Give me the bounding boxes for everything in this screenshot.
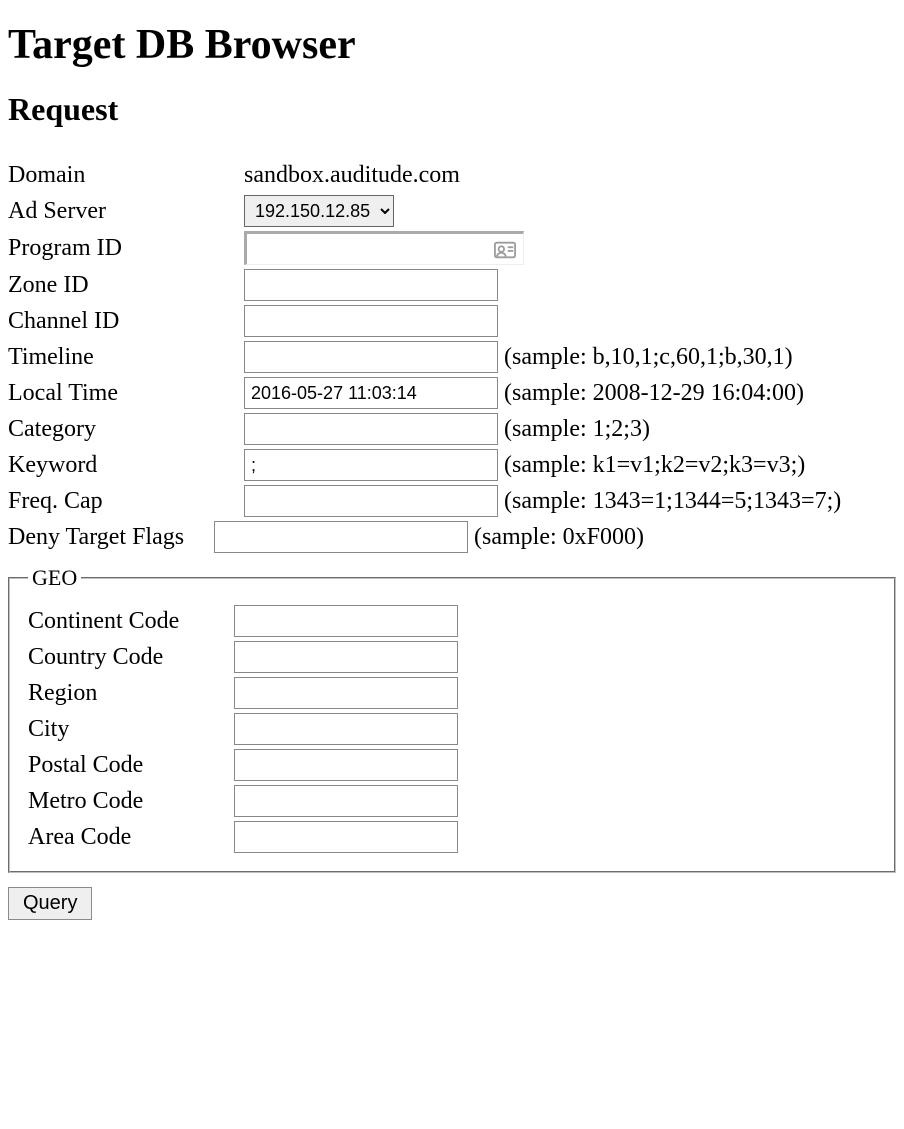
city-input[interactable] bbox=[234, 713, 458, 745]
postal-input[interactable] bbox=[234, 749, 458, 781]
timeline-input[interactable] bbox=[244, 341, 498, 373]
domain-label: Domain bbox=[8, 160, 238, 191]
channel-id-input[interactable] bbox=[244, 305, 498, 337]
zone-id-input[interactable] bbox=[244, 269, 498, 301]
metro-input[interactable] bbox=[234, 785, 458, 817]
area-input[interactable] bbox=[234, 821, 458, 853]
page-title: Target DB Browser bbox=[8, 21, 896, 69]
geo-legend: GEO bbox=[28, 565, 81, 591]
section-heading-request: Request bbox=[8, 91, 896, 128]
continent-label: Continent Code bbox=[28, 606, 228, 637]
id-card-icon bbox=[494, 239, 516, 257]
country-label: Country Code bbox=[28, 642, 228, 673]
request-form: Domain sandbox.auditude.com Ad Server 19… bbox=[8, 160, 896, 920]
adserver-select[interactable]: 192.150.12.85 bbox=[244, 195, 394, 227]
keyword-label: Keyword bbox=[8, 450, 238, 481]
freqcap-hint: (sample: 1343=1;1344=5;1343=7;) bbox=[504, 488, 841, 515]
geo-fieldset: GEO Continent Code Country Code Region C… bbox=[8, 565, 896, 873]
denyflags-label: Deny Target Flags bbox=[8, 522, 208, 553]
keyword-hint: (sample: k1=v1;k2=v2;k3=v3;) bbox=[504, 452, 805, 479]
freqcap-label: Freq. Cap bbox=[8, 486, 238, 517]
area-label: Area Code bbox=[28, 822, 228, 853]
localtime-hint: (sample: 2008-12-29 16:04:00) bbox=[504, 380, 804, 407]
freqcap-input[interactable] bbox=[244, 485, 498, 517]
zone-id-label: Zone ID bbox=[8, 270, 238, 301]
region-label: Region bbox=[28, 678, 228, 709]
category-input[interactable] bbox=[244, 413, 498, 445]
denyflags-hint: (sample: 0xF000) bbox=[474, 524, 644, 551]
country-input[interactable] bbox=[234, 641, 458, 673]
localtime-label: Local Time bbox=[8, 378, 238, 409]
channel-id-label: Channel ID bbox=[8, 306, 238, 337]
timeline-hint: (sample: b,10,1;c,60,1;b,30,1) bbox=[504, 344, 793, 371]
metro-label: Metro Code bbox=[28, 786, 228, 817]
timeline-label: Timeline bbox=[8, 342, 238, 373]
program-id-label: Program ID bbox=[8, 233, 238, 264]
region-input[interactable] bbox=[234, 677, 458, 709]
query-button[interactable]: Query bbox=[8, 887, 92, 920]
category-hint: (sample: 1;2;3) bbox=[504, 416, 650, 443]
domain-value: sandbox.auditude.com bbox=[244, 162, 460, 189]
keyword-input[interactable] bbox=[244, 449, 498, 481]
localtime-input[interactable] bbox=[244, 377, 498, 409]
category-label: Category bbox=[8, 414, 238, 445]
continent-input[interactable] bbox=[234, 605, 458, 637]
postal-label: Postal Code bbox=[28, 750, 228, 781]
denyflags-input[interactable] bbox=[214, 521, 468, 553]
program-id-input[interactable] bbox=[244, 231, 524, 265]
adserver-label: Ad Server bbox=[8, 196, 238, 227]
city-label: City bbox=[28, 714, 228, 745]
